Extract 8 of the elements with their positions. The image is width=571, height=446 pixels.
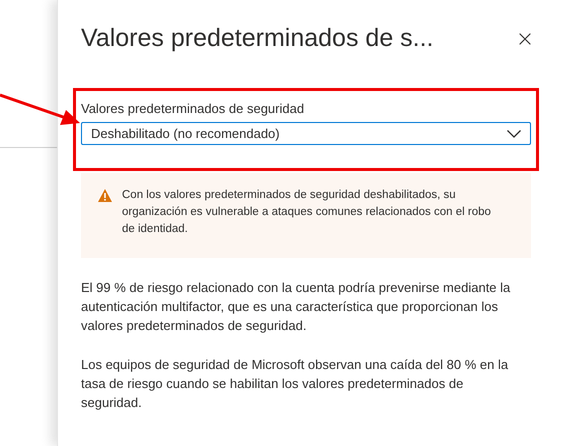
security-defaults-dropdown[interactable]: Deshabilitado (no recomendado) [81, 122, 531, 145]
warning-icon [98, 189, 112, 202]
chevron-icon [507, 130, 521, 138]
warning-text: Con los valores predeterminados de seguridad deshabilitados, su organización es vulnerable a ataques comunes relacionados con el robo de identidad. [122, 188, 492, 237]
field-label: Valores predeterminados de seguridad [81, 100, 306, 118]
description-paragraph: Los equipos de seguridad de Microsoft observan una caída del 80 % en la tasa de riesgo cuando se habilitan los valores predeterminados de seguridad. [81, 356, 510, 412]
panel-title: Valores predeterminados de s... [81, 23, 434, 54]
description-paragraph: El 99 % de riesgo relacionado con la cuenta podría prevenirse mediante la autenticación multifactor, que es una característica que proporcionan los valores predeterminados de seguridad. [81, 279, 512, 335]
